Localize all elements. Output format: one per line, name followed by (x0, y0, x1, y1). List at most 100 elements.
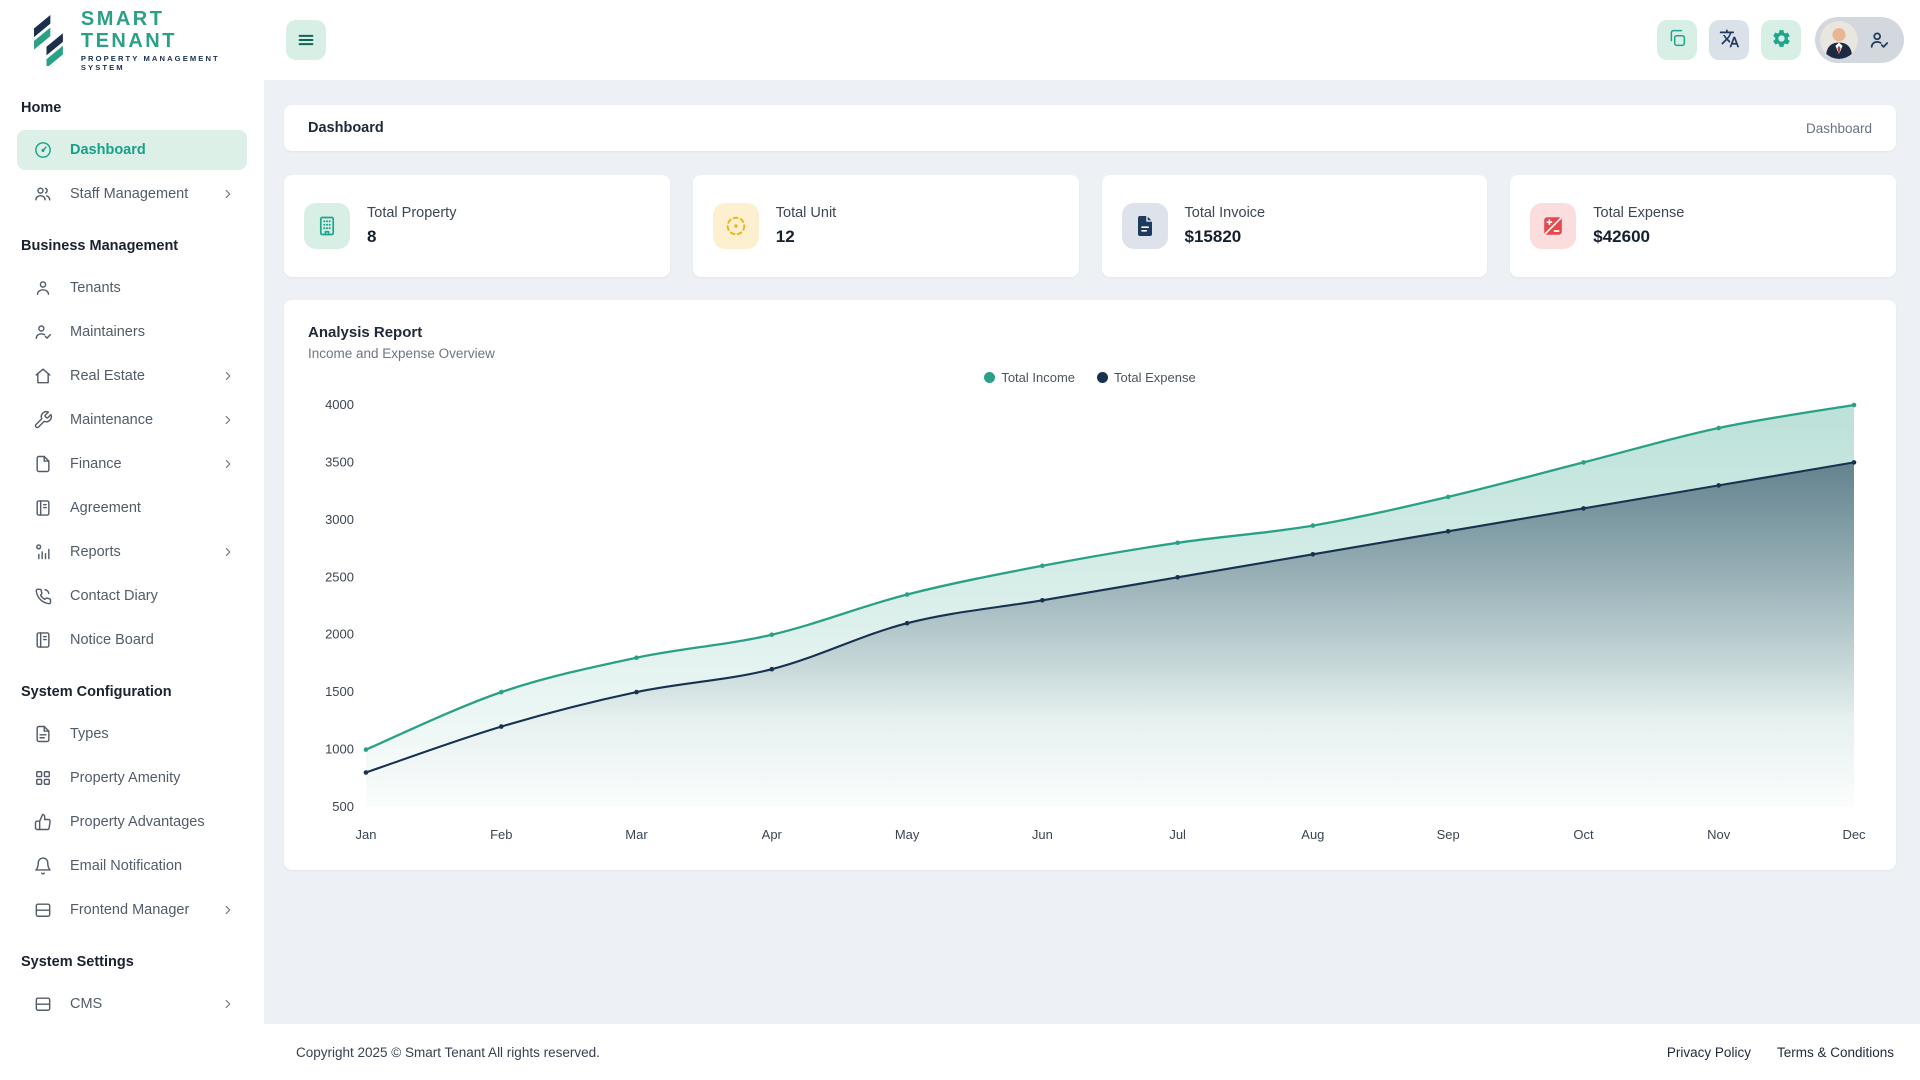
sidebar-toggle-button[interactable] (286, 20, 326, 60)
footer-link-privacy-policy[interactable]: Privacy Policy (1667, 1045, 1751, 1060)
sidebar-item-label: Dashboard (70, 142, 235, 158)
svg-text:Aug: Aug (1301, 827, 1324, 842)
svg-text:1500: 1500 (325, 684, 354, 699)
sidebar: SMART TENANT PROPERTY MANAGEMENT SYSTEM … (0, 0, 264, 1080)
sidebar-item-reports[interactable]: Reports (17, 532, 247, 572)
sidebar-item-maintainers[interactable]: Maintainers (17, 312, 247, 352)
sidebar-item-label: Staff Management (70, 186, 221, 202)
footer-link-terms-conditions[interactable]: Terms & Conditions (1777, 1045, 1894, 1060)
copy-button[interactable] (1657, 20, 1697, 60)
svg-text:4000: 4000 (325, 397, 354, 412)
sidebar-section-label: System Settings (0, 940, 264, 980)
sidebar-item-finance[interactable]: Finance (17, 444, 247, 484)
chevron-right-icon (221, 369, 235, 383)
wrench-icon (33, 410, 53, 430)
stat-card-total-unit: Total Unit12 (693, 175, 1079, 277)
sidebar-item-label: Tenants (70, 280, 235, 296)
grid-icon (33, 768, 53, 788)
svg-text:Dec: Dec (1842, 827, 1866, 842)
sidebar-section-label: System Configuration (0, 670, 264, 710)
legend-dot (984, 372, 995, 383)
bell-icon (33, 856, 53, 876)
file-text-icon (33, 724, 53, 744)
phone-icon (33, 586, 53, 606)
svg-text:Jun: Jun (1032, 827, 1053, 842)
sidebar-item-cms[interactable]: CMS (17, 984, 247, 1024)
sidebar-nav: Home Dashboard Staff Management Business Ma… (0, 80, 264, 1080)
journal-icon (33, 630, 53, 650)
sidebar-item-maintenance[interactable]: Maintenance (17, 400, 247, 440)
stat-label: Total Invoice (1185, 205, 1266, 221)
sidebar-item-frontend-manager[interactable]: Frontend Manager (17, 890, 247, 930)
sidebar-item-types[interactable]: Types (17, 714, 247, 754)
svg-text:1000: 1000 (325, 742, 354, 757)
stat-label: Total Expense (1593, 205, 1684, 221)
stat-value: $15820 (1185, 227, 1266, 247)
user-check-icon (1868, 29, 1890, 51)
topbar (264, 0, 1920, 80)
svg-text:2000: 2000 (325, 627, 354, 642)
sidebar-item-label: Property Amenity (70, 770, 235, 786)
svg-text:500: 500 (332, 799, 354, 814)
analysis-report-card: Analysis Report Income and Expense Overv… (284, 300, 1896, 870)
chevron-right-icon (221, 997, 235, 1011)
sidebar-item-dashboard[interactable]: Dashboard (17, 130, 247, 170)
svg-text:Apr: Apr (762, 827, 783, 842)
breadcrumb[interactable]: Dashboard (1806, 121, 1872, 136)
legend-item-total-income[interactable]: Total Income (984, 367, 1075, 387)
page-header: Dashboard Dashboard (284, 105, 1896, 151)
journal-icon (33, 498, 53, 518)
unit-icon (713, 203, 759, 249)
sidebar-item-label: Maintenance (70, 412, 221, 428)
user-icon (33, 278, 53, 298)
report-icon (33, 542, 53, 562)
building-icon (304, 203, 350, 249)
svg-text:Jul: Jul (1169, 827, 1186, 842)
legend-item-total-expense[interactable]: Total Expense (1097, 367, 1196, 387)
stat-card-total-property: Total Property8 (284, 175, 670, 277)
chevron-right-icon (221, 545, 235, 559)
svg-text:Feb: Feb (490, 827, 512, 842)
dashboard-icon (33, 140, 53, 160)
sidebar-item-contact-diary[interactable]: Contact Diary (17, 576, 247, 616)
settings-button[interactable] (1761, 20, 1801, 60)
chevron-right-icon (221, 903, 235, 917)
stat-value: 12 (776, 227, 836, 247)
analysis-chart: 4000350030002500200015001000500JanFebMar… (308, 391, 1872, 856)
sidebar-item-notice-board[interactable]: Notice Board (17, 620, 247, 660)
svg-text:May: May (895, 827, 920, 842)
user-menu[interactable] (1815, 17, 1904, 63)
sidebar-section-label: Home (0, 86, 264, 126)
sidebar-item-label: Maintainers (70, 324, 235, 340)
sidebar-item-label: Property Advantages (70, 814, 235, 830)
stat-card-total-invoice: Total Invoice $15820 (1102, 175, 1488, 277)
sidebar-item-staff-management[interactable]: Staff Management (17, 174, 247, 214)
stat-value: 8 (367, 227, 456, 247)
chart-subtitle: Income and Expense Overview (308, 346, 1872, 361)
sidebar-item-label: Types (70, 726, 235, 742)
main-column: Dashboard Dashboard Total Property8Total… (264, 0, 1920, 1080)
file-icon (33, 454, 53, 474)
translate-button[interactable] (1709, 20, 1749, 60)
sidebar-item-property-amenity[interactable]: Property Amenity (17, 758, 247, 798)
sidebar-item-agreement[interactable]: Agreement (17, 488, 247, 528)
stat-value: $42600 (1593, 227, 1684, 247)
sidebar-item-email-notification[interactable]: Email Notification (17, 846, 247, 886)
sidebar-section-label: Business Management (0, 224, 264, 264)
sidebar-item-label: CMS (70, 996, 221, 1012)
translate-icon (1719, 28, 1740, 52)
hamburger-icon (295, 29, 317, 51)
users-icon (33, 184, 53, 204)
sidebar-item-tenants[interactable]: Tenants (17, 268, 247, 308)
expense-icon (1530, 203, 1576, 249)
chevron-right-icon (221, 187, 235, 201)
sidebar-item-property-advantages[interactable]: Property Advantages (17, 802, 247, 842)
copyright-text: Copyright 2025 © Smart Tenant All rights… (296, 1045, 600, 1060)
sidebar-item-real-estate[interactable]: Real Estate (17, 356, 247, 396)
stats-row: Total Property8Total Unit12Total Invoice… (284, 175, 1896, 277)
chevron-right-icon (221, 413, 235, 427)
brand-logo[interactable]: SMART TENANT PROPERTY MANAGEMENT SYSTEM (0, 0, 264, 80)
brand-tagline: PROPERTY MANAGEMENT SYSTEM (81, 54, 264, 72)
svg-text:3000: 3000 (325, 512, 354, 527)
svg-text:Sep: Sep (1437, 827, 1460, 842)
